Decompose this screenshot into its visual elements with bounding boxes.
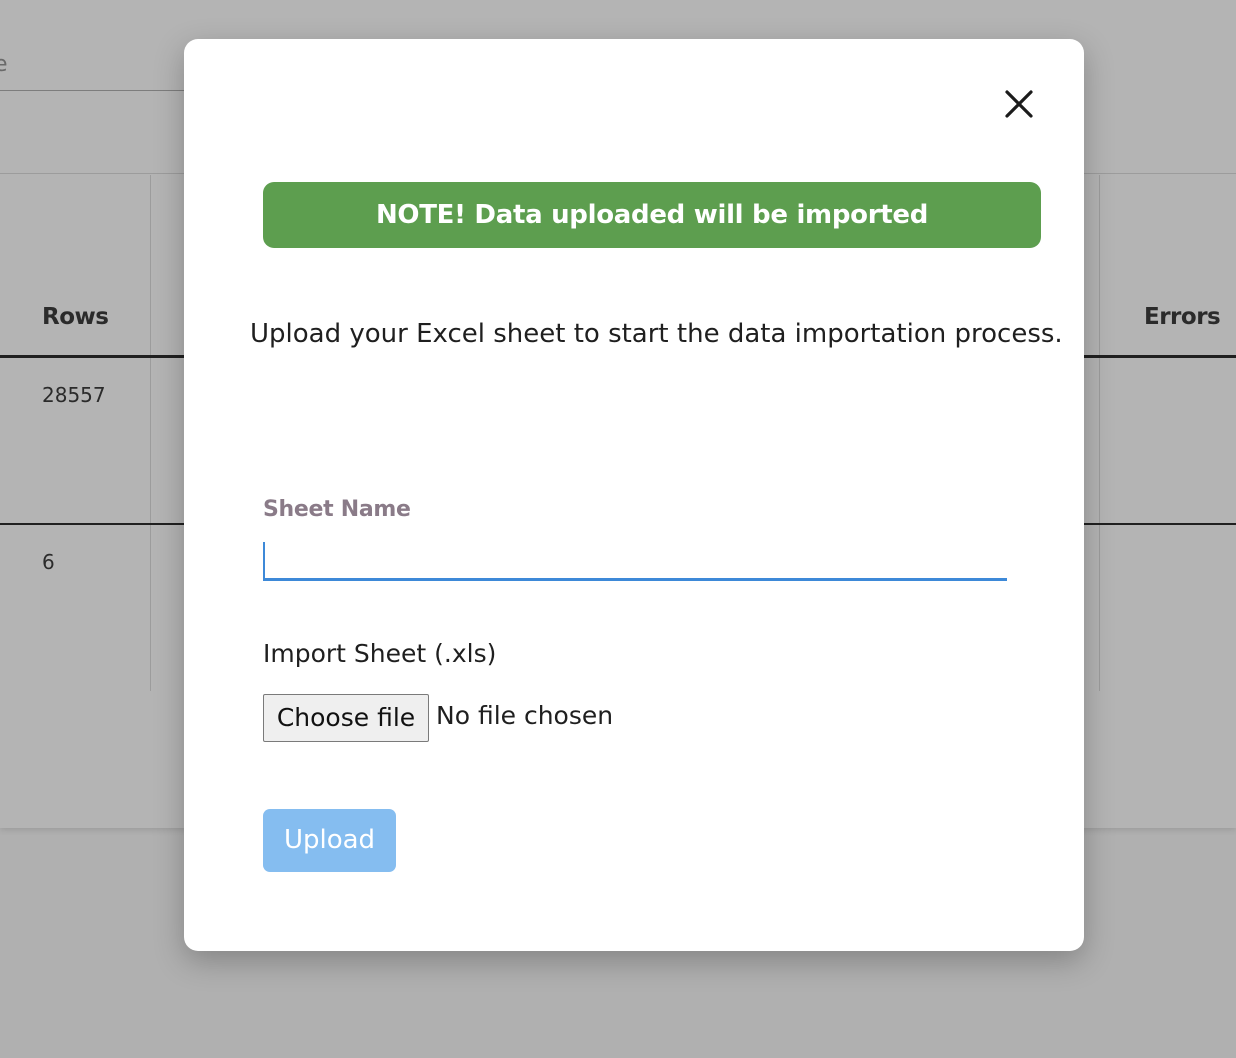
upload-button[interactable]: Upload [263,809,396,872]
table-header-errors: Errors [1144,304,1221,330]
close-icon [1005,90,1033,118]
table-column-divider [1099,175,1100,691]
table-header-rows: Rows [42,304,109,330]
close-button[interactable] [1000,85,1038,123]
sheet-name-input[interactable] [263,542,1007,581]
background-search-underline [0,90,200,91]
sheet-name-label: Sheet Name [263,497,411,522]
table-cell-rows: 28557 [42,383,106,407]
file-status-text: No file chosen [436,701,614,730]
import-modal: NOTE! Data uploaded will be imported Upl… [184,39,1084,951]
table-column-divider [150,175,151,691]
import-sheet-label: Import Sheet (.xls) [263,639,497,668]
modal-description: Upload your Excel sheet to start the dat… [250,319,1063,349]
background-search-text: e [0,52,8,77]
choose-file-button[interactable]: Choose file [263,694,429,742]
note-banner: NOTE! Data uploaded will be imported [263,182,1041,248]
table-cell-rows: 6 [42,550,55,574]
